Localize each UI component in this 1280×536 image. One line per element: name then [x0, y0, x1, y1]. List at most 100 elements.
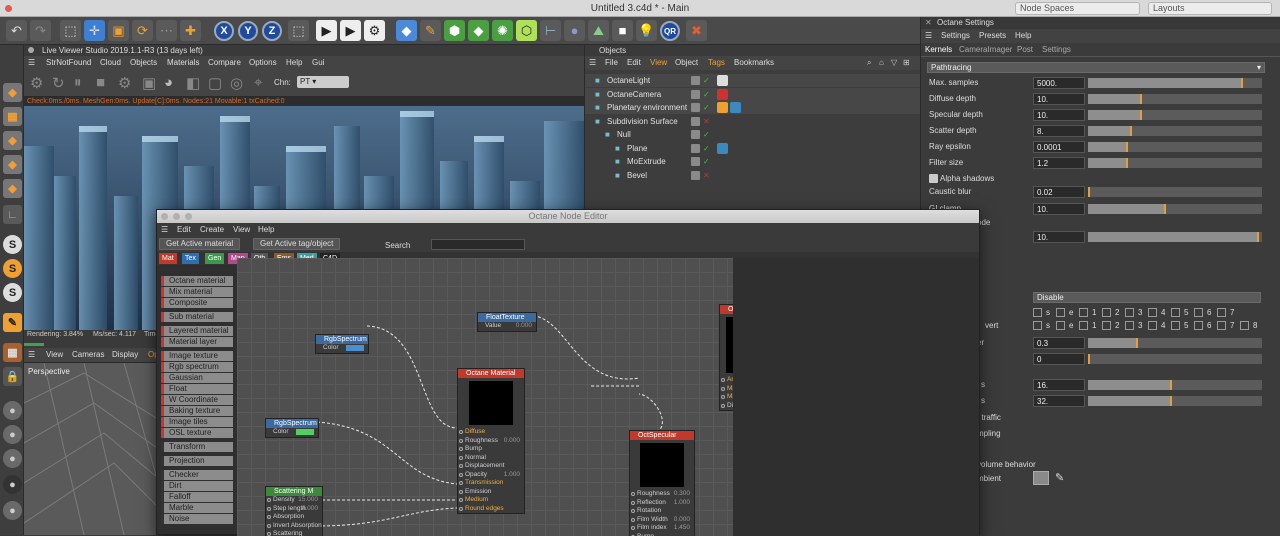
lv-menu-help[interactable]: Help — [286, 58, 302, 67]
set-menu-help[interactable]: Help — [1015, 31, 1031, 40]
zero-row-slider[interactable] — [1088, 354, 1262, 364]
layer-checkbox[interactable] — [1056, 321, 1065, 330]
node-port[interactable]: Material1 — [720, 385, 733, 394]
color-swatch[interactable] — [346, 345, 364, 351]
object-row[interactable]: ■OctaneLight✓ — [585, 74, 921, 87]
object-name[interactable]: Plane — [627, 142, 647, 155]
node-type-item[interactable]: Falloff — [161, 492, 233, 502]
node-type-item[interactable]: Marble — [161, 503, 233, 513]
port-pin[interactable] — [459, 473, 463, 477]
layer-checkbox[interactable] — [1102, 321, 1111, 330]
sphere-4-icon[interactable]: ● — [3, 501, 22, 520]
object-row[interactable]: ■MoExtrude✓ — [585, 155, 921, 168]
node-rgb1[interactable]: RgbSpectrumColor — [315, 334, 369, 354]
param-2-slider[interactable] — [1088, 110, 1262, 120]
filter-icon[interactable]: ▽ — [891, 58, 897, 67]
snap-icon[interactable]: S — [3, 235, 22, 254]
enabled-check-icon[interactable]: ✓ — [703, 88, 710, 101]
disable-select[interactable]: Disable — [1033, 292, 1261, 303]
color-swatch[interactable] — [296, 429, 314, 435]
render-region-icon[interactable]: ▶ — [316, 20, 337, 41]
focus-icon[interactable]: ◎ — [230, 74, 243, 92]
node-octmat[interactable]: Octane MaterialDiffuseRoughness0.000Bump… — [457, 368, 525, 514]
layer-checkbox[interactable] — [1056, 308, 1065, 317]
port-pin[interactable] — [721, 395, 725, 399]
floor-icon[interactable]: ▦ — [3, 343, 22, 362]
obj-menu-edit[interactable]: Edit — [627, 58, 641, 67]
node-port[interactable]: Opacity1.000 — [458, 471, 524, 480]
obj-menu-tags[interactable]: Tags — [708, 58, 725, 67]
node-type-item[interactable]: Float — [161, 384, 233, 394]
node-type-item[interactable]: Octane material — [161, 276, 233, 286]
selection-icon[interactable]: ⬚ — [60, 20, 81, 41]
node-spec[interactable]: OctSpecularRoughness0.300Reflection1.000… — [629, 430, 695, 536]
lv-menu-materials[interactable]: Materials — [167, 58, 199, 67]
node-port[interactable]: Density15.000 — [266, 496, 322, 505]
layer-checkbox[interactable] — [1125, 308, 1134, 317]
object-row[interactable]: ■Subdivision Surface✕ — [585, 115, 921, 128]
enabled-check-icon[interactable]: ✓ — [703, 101, 710, 114]
layer-checkbox[interactable] — [1171, 321, 1180, 330]
node-type-item[interactable]: Baking texture — [161, 406, 233, 416]
eyedropper-icon[interactable]: ✎ — [1055, 471, 1064, 484]
object-name[interactable]: Subdivision Surface — [607, 115, 678, 128]
node-port[interactable]: Transmission — [458, 479, 524, 488]
node-type-item[interactable]: Dirt — [161, 481, 233, 491]
world-icon[interactable]: ⬚ — [288, 20, 309, 41]
node-port[interactable]: Medium — [458, 496, 524, 505]
alpha-shadows-checkbox[interactable] — [929, 174, 938, 183]
layouts-select[interactable]: Layouts — [1148, 2, 1272, 15]
visibility-toggle[interactable] — [691, 90, 700, 99]
node-scatter[interactable]: Scattering MDensity15.000Step length4.00… — [265, 486, 323, 536]
ne-zoom-icon[interactable] — [185, 213, 192, 220]
port-pin[interactable] — [459, 481, 463, 485]
port-pin[interactable] — [631, 518, 635, 522]
lv-menu-strnotfound[interactable]: StrNotFound — [46, 58, 91, 67]
tab-settings[interactable]: Settings — [1042, 45, 1071, 54]
lock-icon[interactable]: 🔒 — [3, 367, 22, 386]
node-search-input[interactable] — [431, 239, 525, 250]
set-menu-settings[interactable]: Settings — [941, 31, 970, 40]
ne-minimize-icon[interactable] — [173, 213, 180, 220]
node-port[interactable]: Bump — [630, 533, 694, 536]
scale-icon[interactable]: ▣ — [108, 20, 129, 41]
node-header[interactable]: FloatTexture — [478, 313, 536, 322]
perspective-viewport[interactable]: Perspective — [24, 363, 164, 535]
port-pin[interactable] — [721, 404, 725, 408]
node-spaces-select[interactable]: Node Spaces — [1015, 2, 1140, 15]
node-type-item[interactable]: Composite material — [161, 298, 233, 308]
lv-menu-gui[interactable]: Gui — [312, 58, 324, 67]
vp-menu-cameras[interactable]: Cameras — [72, 350, 104, 359]
enabled-check-icon[interactable]: ✕ — [703, 169, 710, 182]
node-port[interactable]: Scattering — [266, 530, 322, 536]
node-type-item[interactable]: Image tiles — [161, 417, 233, 427]
port-pin[interactable] — [267, 515, 271, 519]
node-port[interactable]: Material2 — [720, 393, 733, 402]
sphere-2-icon[interactable]: ● — [3, 425, 22, 444]
settings-menu-icon[interactable]: ☰ — [925, 31, 932, 40]
s16-row-slider[interactable] — [1088, 380, 1262, 390]
enabled-check-icon[interactable]: ✕ — [703, 115, 710, 128]
node-type-item[interactable]: W Coordinate — [161, 395, 233, 405]
caustic-blur-slider[interactable] — [1088, 187, 1262, 197]
layer-checkbox[interactable] — [1033, 308, 1042, 317]
er-row-slider[interactable] — [1088, 338, 1262, 348]
sphere-icon[interactable]: ● — [3, 401, 22, 420]
node-port[interactable]: Rotation — [630, 507, 694, 516]
layer-checkbox[interactable] — [1079, 308, 1088, 317]
coordinate-icon[interactable]: ✚ — [180, 20, 201, 41]
environment-icon[interactable]: ⛰ — [588, 20, 609, 41]
node-header[interactable]: RgbSpectrum — [316, 335, 368, 344]
node-mix[interactable]: OctMixAmountMaterial1Material2Displaceme… — [719, 304, 733, 411]
param-5-value[interactable]: 1.2 — [1033, 157, 1085, 169]
placeholder-tool-icon[interactable]: ⋯ — [156, 20, 177, 41]
edges-mode-icon[interactable]: ◆ — [3, 155, 22, 174]
node-header[interactable]: Scattering M — [266, 487, 322, 496]
param-4-slider[interactable] — [1088, 142, 1262, 152]
node-port[interactable]: Step length4.000 — [266, 505, 322, 514]
node-port[interactable]: Film Width0.000 — [630, 516, 694, 525]
enabled-check-icon[interactable]: ✓ — [703, 74, 710, 87]
array-icon[interactable]: ◆ — [468, 20, 489, 41]
y-axis-icon[interactable]: Y — [238, 21, 258, 41]
axis-mode-icon[interactable]: ∟ — [3, 205, 22, 224]
